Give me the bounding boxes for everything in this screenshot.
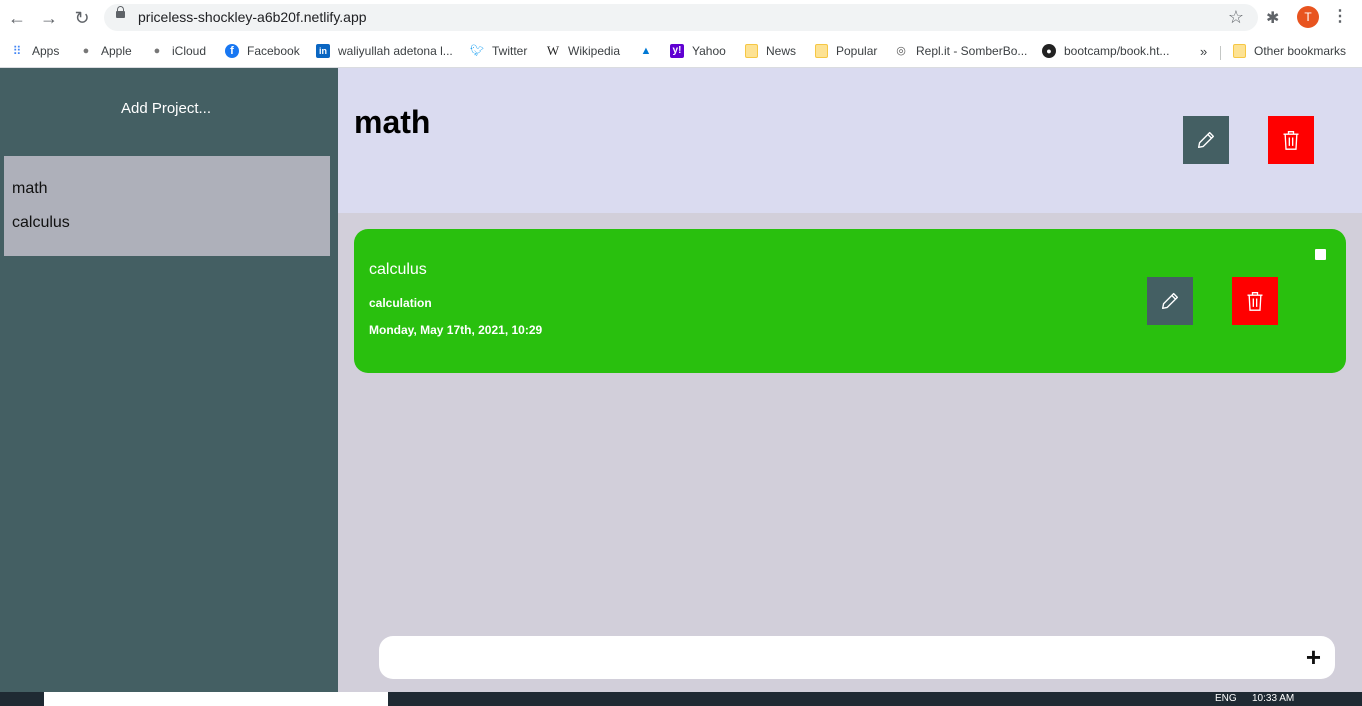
bookmark-label: Yahoo <box>692 44 726 58</box>
delete-todo-button[interactable] <box>1232 277 1278 325</box>
bookmark-linkedin[interactable]: in waliyullah adetona l... <box>316 41 453 61</box>
forward-arrow-icon[interactable]: → <box>38 7 60 29</box>
edit-project-button[interactable] <box>1183 116 1229 164</box>
wikipedia-icon: W <box>546 43 560 58</box>
todo-title: calculus <box>369 261 427 278</box>
bookmark-label: Twitter <box>492 44 528 58</box>
bookmark-apps[interactable]: ⠿ Apps <box>10 41 60 61</box>
taskbar-search[interactable] <box>44 692 388 706</box>
apps-grid-icon: ⠿ <box>12 44 22 58</box>
bookmark-twitter[interactable]: 🐦︎ Twitter <box>470 41 527 61</box>
add-todo-plus-icon[interactable]: + <box>1306 643 1321 671</box>
apple-icon: ● <box>153 45 161 57</box>
facebook-icon: f <box>225 44 239 58</box>
other-bookmarks[interactable]: Other bookmarks <box>1233 41 1346 61</box>
bookmark-star-icon[interactable]: ☆ <box>1228 7 1244 28</box>
pencil-icon <box>1161 292 1179 310</box>
bookmark-yahoo[interactable]: y! Yahoo <box>670 41 726 61</box>
browser-menu-icon[interactable]: ⋮ <box>1332 6 1348 26</box>
trash-icon <box>1247 292 1263 311</box>
bookmark-label: Popular <box>836 44 878 58</box>
trash-icon <box>1283 131 1299 150</box>
bookmark-icloud[interactable]: ● iCloud <box>150 41 206 61</box>
bookmark-wikipedia[interactable]: W Wikipedia <box>546 41 620 61</box>
lock-icon <box>116 6 125 18</box>
folder-icon <box>1233 44 1246 58</box>
bookmark-label: Facebook <box>247 44 300 58</box>
bookmarks-bar: ⠿ Apps ● Apple ● iCloud f Facebook in wa… <box>0 36 1362 68</box>
bookmark-label: Wikipedia <box>568 44 621 58</box>
add-project-button[interactable]: Add Project... <box>0 100 332 117</box>
url-text[interactable]: priceless-shockley-a6b20f.netlify.app <box>138 9 367 25</box>
bookmark-popular[interactable]: Popular <box>815 41 877 61</box>
bookmark-news[interactable]: News <box>745 41 796 61</box>
add-todo-bar[interactable]: + <box>379 636 1335 679</box>
bookmark-replit[interactable]: ◎ Repl.it - SomberBo... <box>894 41 1027 61</box>
todo-done-checkbox[interactable] <box>1315 249 1326 260</box>
todo-description: calculation <box>369 296 432 310</box>
todo-due-date: Monday, May 17th, 2021, 10:29 <box>369 323 543 337</box>
bookmark-github[interactable]: ● bootcamp/book.ht... <box>1042 41 1169 61</box>
bookmark-label: News <box>766 44 797 58</box>
bookmarks-divider <box>1220 46 1221 60</box>
github-icon: ● <box>1042 44 1056 58</box>
linkedin-icon: in <box>316 44 330 58</box>
pencil-icon <box>1197 131 1215 149</box>
bookmark-facebook[interactable]: f Facebook <box>225 41 300 61</box>
yahoo-icon: y! <box>670 44 684 58</box>
bookmark-label: bootcamp/book.ht... <box>1064 44 1170 58</box>
twitter-icon: 🐦︎ <box>470 45 484 57</box>
azure-icon: ▲ <box>640 45 652 57</box>
todo-app: Add Project... math calculus math calcul… <box>0 68 1362 692</box>
project-list: math calculus <box>4 156 330 256</box>
bookmark-apple[interactable]: ● Apple <box>79 41 132 61</box>
project-header: math <box>338 68 1362 213</box>
todo-card[interactable]: calculus calculation Monday, May 17th, 2… <box>354 229 1346 373</box>
bookmark-label: Apps <box>32 44 60 58</box>
project-item-math[interactable]: math <box>12 180 48 198</box>
delete-project-button[interactable] <box>1268 116 1314 164</box>
os-taskbar: ENG 10:33 AM <box>0 692 1362 706</box>
address-bar[interactable]: priceless-shockley-a6b20f.netlify.app ☆ <box>104 4 1258 31</box>
sidebar: Add Project... math calculus <box>0 68 338 692</box>
edit-todo-button[interactable] <box>1147 277 1193 325</box>
bookmark-azure[interactable]: ▲ <box>639 41 661 61</box>
extensions-icon[interactable]: ✱ <box>1266 8 1279 28</box>
bookmark-label: Apple <box>101 44 132 58</box>
folder-icon <box>745 44 758 58</box>
replit-icon: ◎ <box>896 45 906 57</box>
apple-icon: ● <box>82 45 90 57</box>
profile-avatar[interactable]: T <box>1297 6 1319 28</box>
bookmark-label: Other bookmarks <box>1254 44 1347 58</box>
browser-toolbar: ← → ↻ priceless-shockley-a6b20f.netlify.… <box>0 0 1362 36</box>
clock[interactable]: 10:33 AM <box>1252 693 1294 704</box>
main-panel: math calculus calculation Monday, May 17… <box>338 68 1362 692</box>
language-indicator[interactable]: ENG <box>1215 693 1237 704</box>
project-title: math <box>354 104 431 140</box>
reload-icon[interactable]: ↻ <box>71 7 93 29</box>
folder-icon <box>815 44 828 58</box>
project-item-calculus[interactable]: calculus <box>12 214 70 232</box>
bookmark-label: waliyullah adetona l... <box>338 44 453 58</box>
back-arrow-icon[interactable]: ← <box>6 7 28 29</box>
bookmarks-overflow[interactable]: » <box>1200 41 1207 61</box>
bookmark-label: iCloud <box>172 44 207 58</box>
bookmark-label: Repl.it - SomberBo... <box>916 44 1028 58</box>
